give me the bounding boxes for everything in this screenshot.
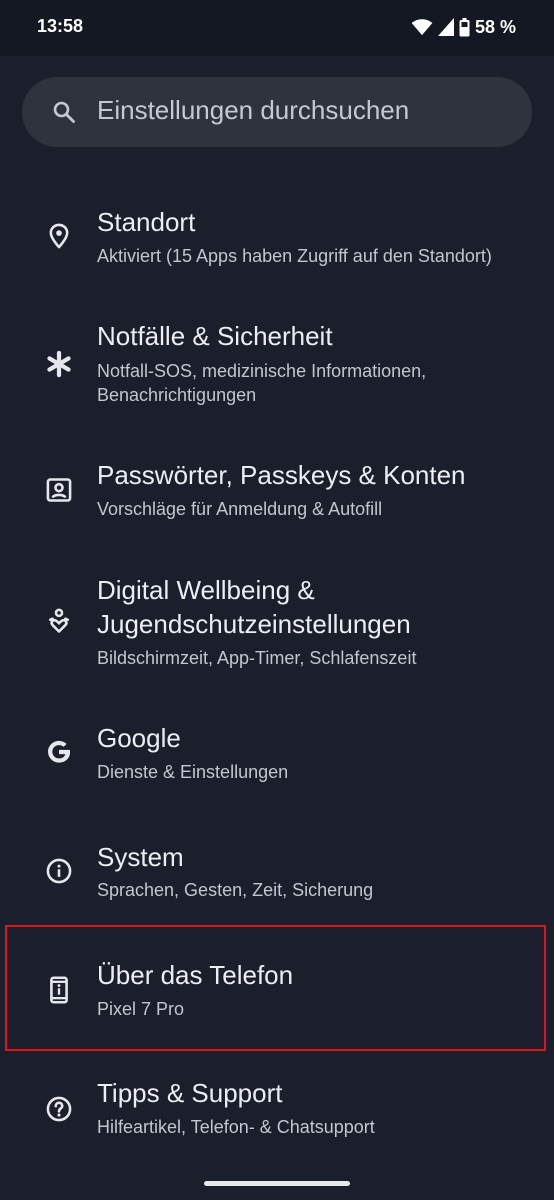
settings-item-title: System — [97, 842, 184, 872]
battery-percentage: 58 % — [474, 16, 516, 37]
wifi-icon — [411, 19, 433, 36]
settings-item-title: Google — [97, 723, 181, 753]
settings-item-subtitle: Aktiviert (15 Apps haben Zugriff auf den… — [97, 246, 492, 266]
settings-item-system[interactable]: System Sprachen, Gesten, Zeit, Sicherung — [0, 828, 554, 928]
search-placeholder: Einstellungen durchsuchen — [97, 95, 410, 125]
settings-item-subtitle: Vorschläge für Anmeldung & Autofill — [97, 499, 383, 519]
settings-item-title: Standort — [97, 207, 196, 237]
asterisk-icon — [47, 350, 71, 378]
battery-icon — [459, 17, 470, 36]
settings-item-passwords[interactable]: Passwörter, Passkeys & Konten Vorschläge… — [0, 445, 554, 545]
settings-item-location[interactable]: Standort Aktiviert (15 Apps haben Zugrif… — [0, 190, 554, 290]
settings-item-title: Tipps & Support — [97, 1078, 283, 1108]
status-bar: 13:58 58 % — [0, 0, 554, 56]
status-icons: 58 % — [411, 14, 516, 40]
settings-item-subtitle: Dienste & Einstellungen — [97, 762, 289, 782]
settings-item-tips-support[interactable]: Tipps & Support Hilfeartikel, Telefon- &… — [0, 1063, 554, 1163]
google-g-icon — [48, 740, 71, 763]
search-icon — [53, 101, 75, 123]
settings-item-emergency[interactable]: Notfälle & Sicherheit Notfall-SOS, mediz… — [0, 305, 554, 420]
status-time: 13:58 — [37, 16, 84, 36]
search-bar[interactable]: Einstellungen durchsuchen — [22, 77, 532, 147]
location-pin-icon — [49, 223, 69, 249]
settings-item-digital-wellbeing[interactable]: Digital Wellbeing & Jugendschutzeinstell… — [0, 570, 554, 690]
settings-item-subtitle: Benachrichtigungen — [97, 385, 257, 405]
settings-item-subtitle: Sprachen, Gesten, Zeit, Sicherung — [97, 880, 374, 900]
account-box-icon — [46, 478, 72, 502]
settings-screen: 13:58 58 % Einstellungen durchsuchen Sta… — [0, 0, 554, 1200]
settings-item-title: Passwörter, Passkeys & Konten — [97, 460, 466, 490]
settings-item-title: Jugendschutzeinstellungen — [97, 609, 411, 639]
wellbeing-icon — [48, 608, 70, 633]
highlight-box — [5, 925, 546, 1051]
settings-item-subtitle: Hilfeartikel, Telefon- & Chatsupport — [97, 1117, 375, 1137]
signal-icon — [437, 18, 454, 36]
info-circle-icon — [46, 858, 72, 884]
settings-item-title: Digital Wellbeing & — [97, 575, 315, 605]
settings-item-google[interactable]: Google Dienste & Einstellungen — [0, 710, 554, 810]
help-circle-icon — [46, 1096, 72, 1122]
home-gesture-bar[interactable] — [204, 1181, 350, 1186]
settings-item-subtitle: Bildschirmzeit, App-Timer, Schlafenszeit — [97, 648, 417, 668]
settings-item-title: Notfälle & Sicherheit — [97, 321, 333, 351]
settings-item-subtitle: Notfall-SOS, medizinische Informationen, — [97, 361, 427, 381]
